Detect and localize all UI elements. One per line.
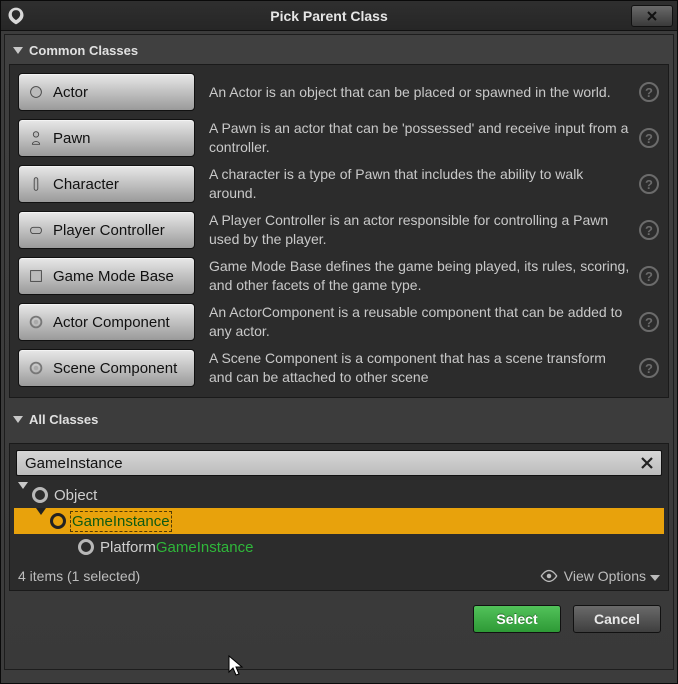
help-icon[interactable]: ? <box>638 311 660 333</box>
class-description: A character is a type of Pawn that inclu… <box>195 165 638 203</box>
section-header-label: All Classes <box>29 412 98 427</box>
search-row <box>16 450 662 476</box>
tree-row-platformgameinstance[interactable]: PlatformGameInstance <box>14 534 664 560</box>
svg-text:?: ? <box>645 223 653 238</box>
class-button-scene-component[interactable]: Scene Component <box>18 349 195 387</box>
tree-row-gameinstance[interactable]: GameInstance <box>14 508 664 534</box>
button-label: Cancel <box>594 611 640 627</box>
gamemode-icon <box>25 265 47 287</box>
tree-label: PlatformGameInstance <box>100 539 253 556</box>
class-description: A Player Controller is an actor responsi… <box>195 211 638 249</box>
view-options-label: View Options <box>564 568 646 584</box>
class-label: Character <box>53 176 119 193</box>
class-tree: Object GameInstance PlatformGameInstance <box>14 480 664 562</box>
tree-label: GameInstance <box>72 513 170 530</box>
dialog-body: Common Classes Actor An Actor is an obje… <box>4 34 674 670</box>
scene-component-icon <box>25 357 47 379</box>
unreal-logo-icon <box>1 1 27 31</box>
class-button-actor-component[interactable]: Actor Component <box>18 303 195 341</box>
titlebar: Pick Parent Class <box>1 1 677 31</box>
character-icon <box>25 173 47 195</box>
tree-row-object[interactable]: Object <box>14 482 664 508</box>
help-icon[interactable]: ? <box>638 81 660 103</box>
class-button-actor[interactable]: Actor <box>18 73 195 111</box>
section-header-label: Common Classes <box>29 43 138 58</box>
class-label: Pawn <box>53 130 91 147</box>
help-icon[interactable]: ? <box>638 219 660 241</box>
clear-search-button[interactable] <box>636 452 658 474</box>
class-description: An Actor is an object that can be placed… <box>195 83 638 102</box>
svg-text:?: ? <box>645 85 653 100</box>
view-options-button[interactable]: View Options <box>540 568 660 584</box>
all-classes-panel: Object GameInstance PlatformGameInstance… <box>9 443 669 591</box>
help-icon[interactable]: ? <box>638 265 660 287</box>
class-row-game-mode-base: Game Mode Base Game Mode Base defines th… <box>16 253 662 299</box>
class-row-actor-component: Actor Component An ActorComponent is a r… <box>16 299 662 345</box>
class-row-player-controller: Player Controller A Player Controller is… <box>16 207 662 253</box>
tree-footer: 4 items (1 selected) View Options <box>14 562 664 584</box>
class-label: Scene Component <box>53 360 177 377</box>
svg-text:?: ? <box>645 315 653 330</box>
window-close-button[interactable] <box>631 5 673 27</box>
svg-text:?: ? <box>645 361 653 376</box>
class-button-player-controller[interactable]: Player Controller <box>18 211 195 249</box>
section-header-common[interactable]: Common Classes <box>9 39 669 64</box>
actor-icon <box>25 81 47 103</box>
class-row-pawn: Pawn A Pawn is an actor that can be 'pos… <box>16 115 662 161</box>
class-description: A Scene Component is a component that ha… <box>195 349 638 387</box>
select-button[interactable]: Select <box>473 605 561 633</box>
class-icon <box>78 539 94 555</box>
class-description: An ActorComponent is a reusable componen… <box>195 303 638 341</box>
chevron-down-icon <box>13 416 23 423</box>
class-label: Actor <box>53 84 88 101</box>
class-row-actor: Actor An Actor is an object that can be … <box>16 69 662 115</box>
class-row-scene-component: Scene Component A Scene Component is a c… <box>16 345 662 391</box>
eye-icon <box>540 569 558 583</box>
class-row-character: Character A character is a type of Pawn … <box>16 161 662 207</box>
common-classes-panel: Actor An Actor is an object that can be … <box>9 64 669 398</box>
class-label: Game Mode Base <box>53 268 174 285</box>
class-button-pawn[interactable]: Pawn <box>18 119 195 157</box>
class-label: Actor Component <box>53 314 170 331</box>
help-icon[interactable]: ? <box>638 173 660 195</box>
expand-icon[interactable] <box>18 489 30 501</box>
component-icon <box>25 311 47 333</box>
class-button-game-mode-base[interactable]: Game Mode Base <box>18 257 195 295</box>
section-header-all[interactable]: All Classes <box>9 408 669 433</box>
window-title: Pick Parent Class <box>27 8 631 24</box>
svg-text:?: ? <box>645 177 653 192</box>
items-status: 4 items (1 selected) <box>18 568 140 584</box>
cancel-button[interactable]: Cancel <box>573 605 661 633</box>
help-icon[interactable]: ? <box>638 357 660 379</box>
pick-parent-class-dialog: Pick Parent Class Common Classes Actor A… <box>0 0 678 684</box>
help-icon[interactable]: ? <box>638 127 660 149</box>
class-icon <box>32 487 48 503</box>
expand-spacer <box>64 541 76 553</box>
button-label: Select <box>496 611 537 627</box>
footer-buttons: Select Cancel <box>9 591 669 633</box>
tree-label: Object <box>54 487 97 504</box>
svg-text:?: ? <box>645 269 653 284</box>
svg-text:?: ? <box>645 131 653 146</box>
chevron-down-icon <box>650 568 660 584</box>
chevron-down-icon <box>13 47 23 54</box>
expand-icon[interactable] <box>36 515 48 527</box>
class-label: Player Controller <box>53 222 165 239</box>
controller-icon <box>25 219 47 241</box>
class-icon <box>50 513 66 529</box>
class-description: Game Mode Base defines the game being pl… <box>195 257 638 295</box>
class-description: A Pawn is an actor that can be 'possesse… <box>195 119 638 157</box>
search-input[interactable] <box>16 450 662 476</box>
pawn-icon <box>25 127 47 149</box>
class-button-character[interactable]: Character <box>18 165 195 203</box>
